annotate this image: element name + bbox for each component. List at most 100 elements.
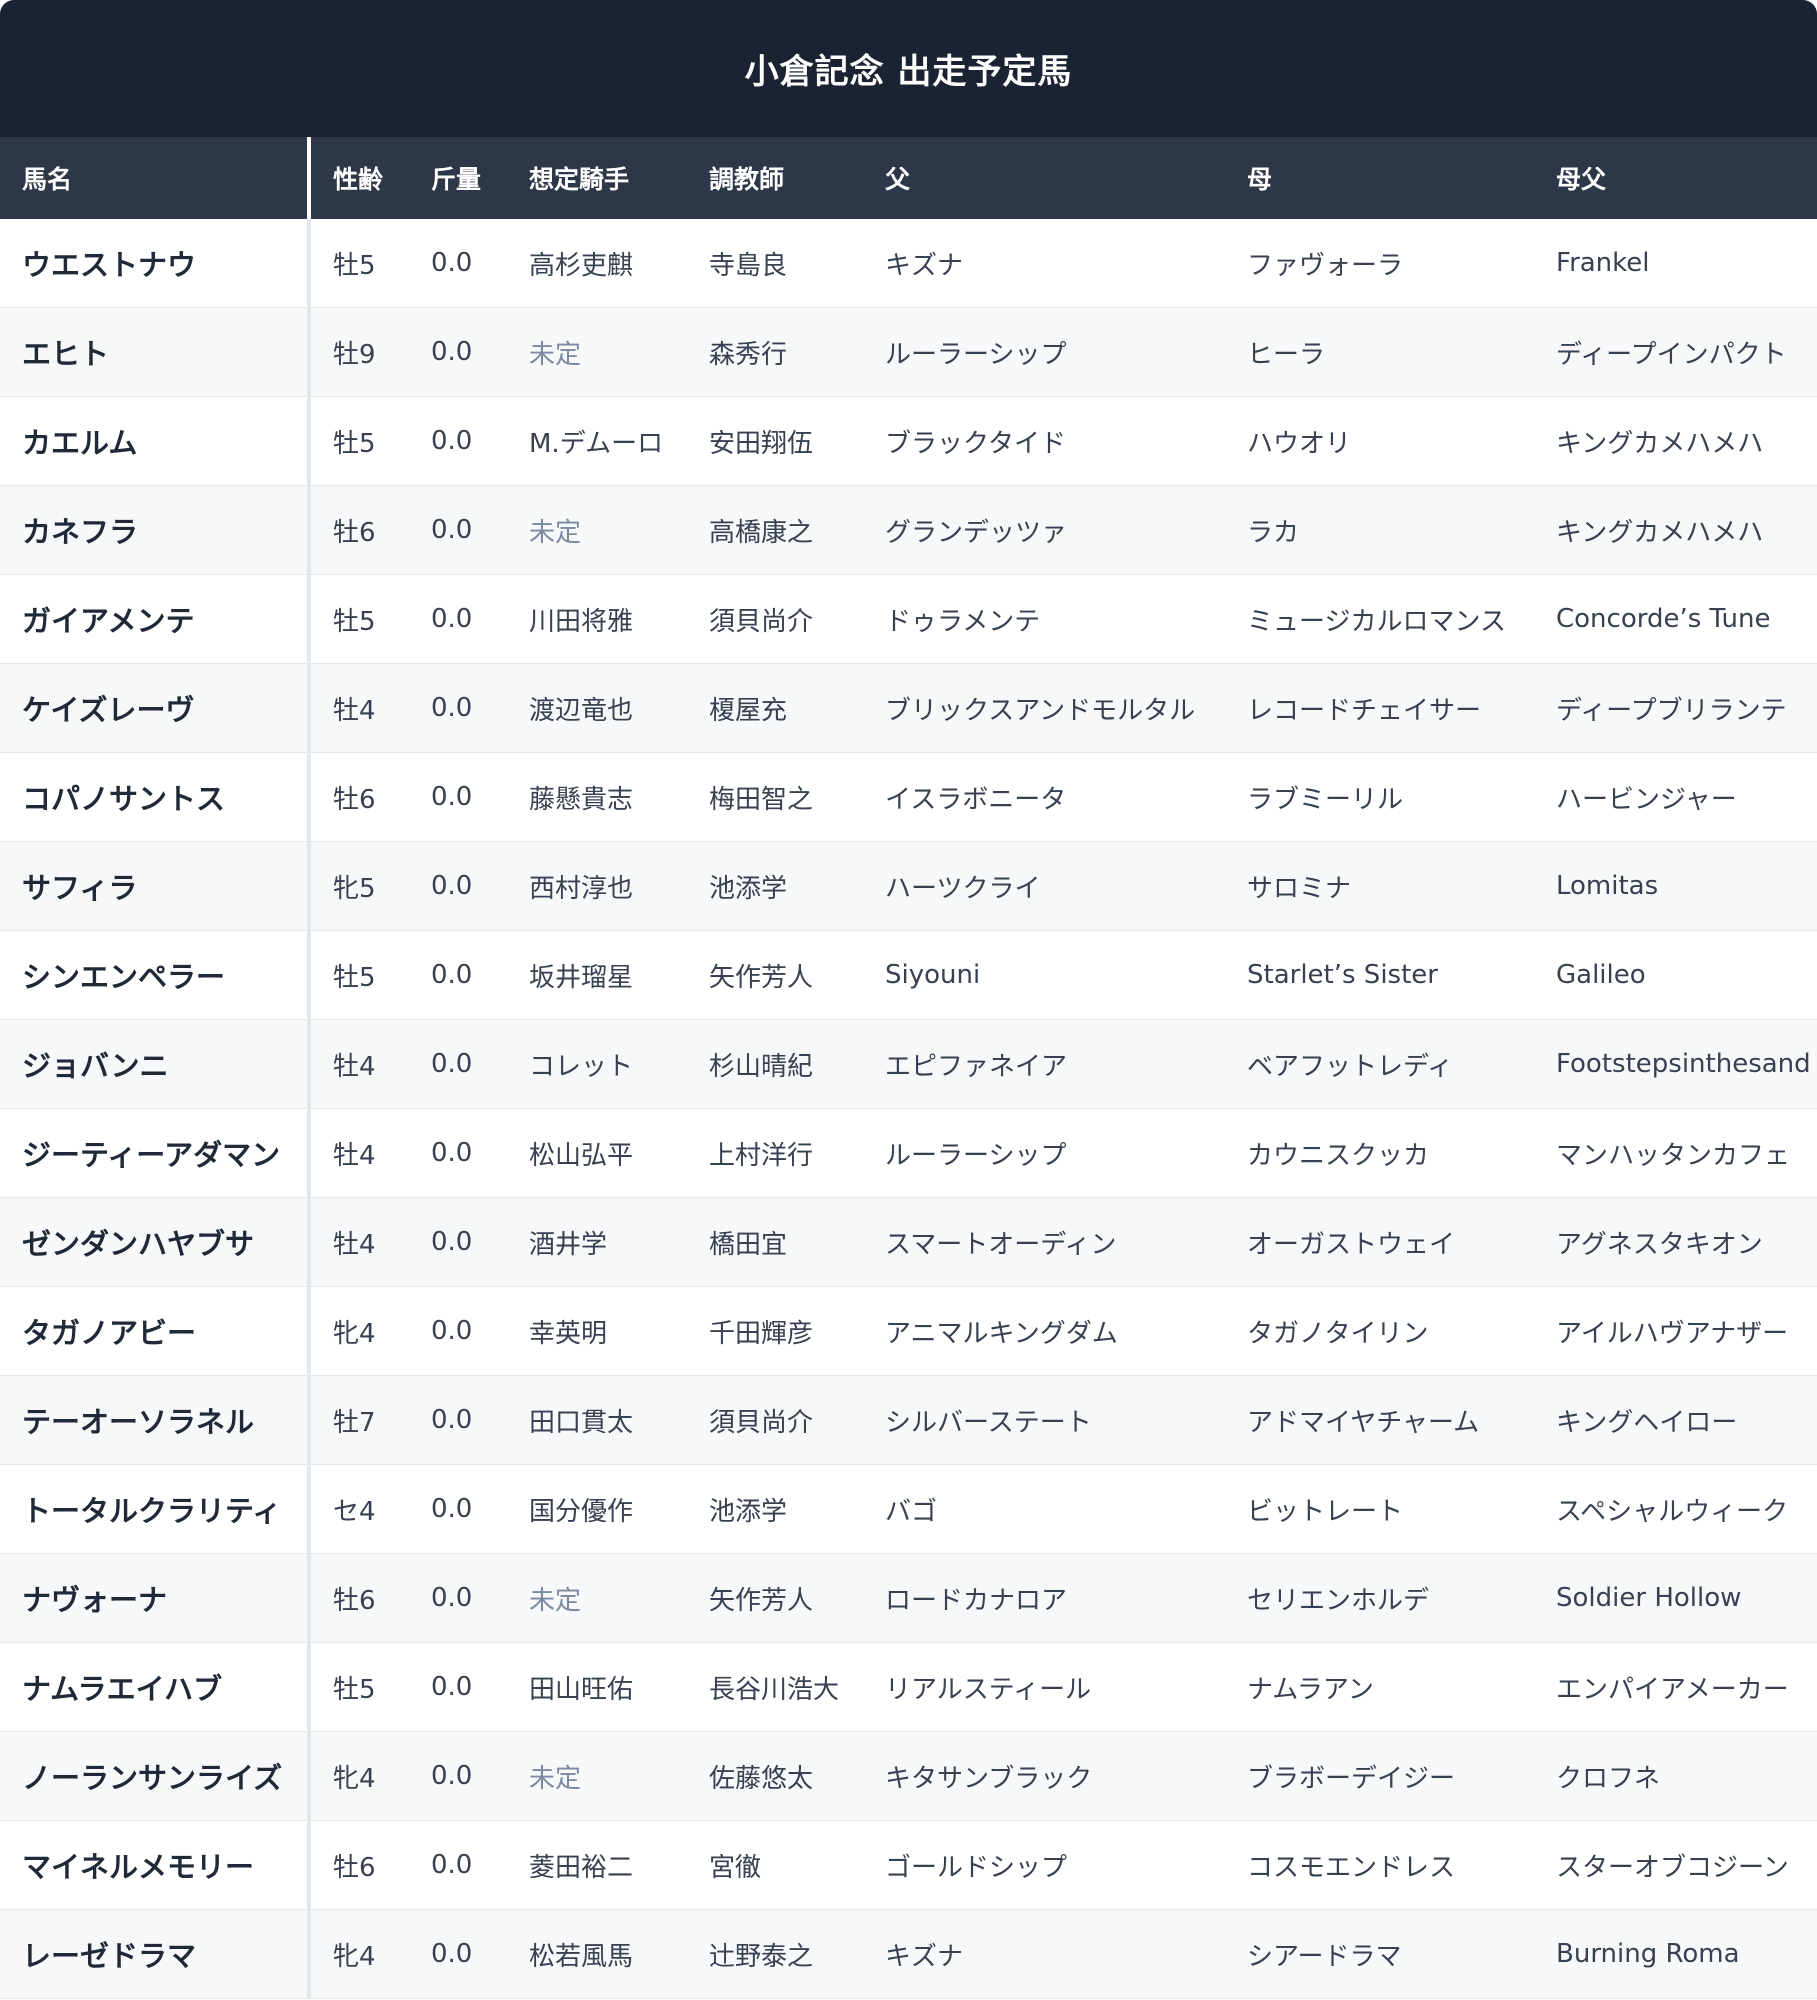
- cell-sex-age: 牡6: [309, 1820, 409, 1910]
- cell-sex-age: 牡4: [309, 1197, 409, 1287]
- cell-weight: 0.0: [409, 1286, 507, 1376]
- table-row: カネフラ 牡6 0.0 未定 高橋康之 グランデッツァ ラカ キングカメハメハ: [0, 485, 1817, 575]
- table-row: ケイズレーヴ 牡4 0.0 渡辺竜也 榎屋充 ブリックスアンドモルタル レコードチェイサーデ…: [0, 663, 1817, 753]
- cell-horse-name: エヒト: [0, 307, 311, 397]
- cell-dam: ベアフットレディ: [1225, 1019, 1534, 1109]
- cell-trainer: 杉山晴紀: [687, 1019, 863, 1109]
- cell-sire: ロードカナロア: [863, 1553, 1225, 1643]
- cell-damsire: エンパイアメーカー: [1534, 1642, 1817, 1732]
- cell-jockey: 未定: [507, 485, 687, 575]
- cell-horse-name: タガノアビー: [0, 1286, 311, 1376]
- cell-sex-age: 牡5: [309, 930, 409, 1020]
- cell-damsire: アグネスタキオン: [1534, 1197, 1817, 1287]
- cell-jockey: 西村淳也: [507, 841, 687, 931]
- cell-horse-name: マイネルメモリー: [0, 1820, 311, 1910]
- cell-sire: ブラックタイド: [863, 396, 1225, 486]
- cell-damsire: スペシャルウィーク: [1534, 1464, 1817, 1554]
- cell-damsire: キングカメハメハ: [1534, 396, 1817, 486]
- cell-jockey: 田口貫太: [507, 1375, 687, 1465]
- cell-horse-name: カエルム: [0, 396, 311, 486]
- cell-trainer: 高橋康之: [687, 485, 863, 575]
- cell-jockey: 菱田裕二: [507, 1820, 687, 1910]
- column-header-sire: 父: [863, 137, 1225, 219]
- cell-horse-name: ジョバンニ: [0, 1019, 311, 1109]
- cell-trainer: 安田翔伍: [687, 396, 863, 486]
- cell-sire: イスラボニータ: [863, 752, 1225, 842]
- header-row: 馬名 性齢 斤量 想定騎手 調教師父母母父: [0, 137, 1817, 219]
- cell-dam: ナムラアン: [1225, 1642, 1534, 1732]
- page-title: 小倉記念 出走予定馬: [744, 52, 1073, 92]
- cell-dam: カウニスクッカ: [1225, 1108, 1534, 1198]
- cell-sex-age: 牝4: [309, 1286, 409, 1376]
- cell-damsire: Lomitas: [1534, 841, 1817, 931]
- cell-weight: 0.0: [409, 1731, 507, 1821]
- cell-weight: 0.0: [409, 1820, 507, 1910]
- cell-trainer: 橋田宜: [687, 1197, 863, 1287]
- cell-jockey: 松山弘平: [507, 1108, 687, 1198]
- page-header: 小倉記念 出走予定馬: [0, 0, 1817, 137]
- column-header-damsire: 母父: [1534, 137, 1817, 219]
- cell-trainer: 梅田智之: [687, 752, 863, 842]
- cell-jockey: 松若風馬: [507, 1909, 687, 1999]
- cell-trainer: 千田輝彦: [687, 1286, 863, 1376]
- cell-damsire: ディープインパクト: [1534, 307, 1817, 397]
- column-header-dam: 母: [1225, 137, 1534, 219]
- cell-sire: エピファネイア: [863, 1019, 1225, 1109]
- column-header-sex-age: 性齢: [309, 137, 409, 219]
- cell-sex-age: 牡6: [309, 1553, 409, 1643]
- cell-sire: ゴールドシップ: [863, 1820, 1225, 1910]
- cell-weight: 0.0: [409, 663, 507, 753]
- table-row: ジーティーアダマン 牡4 0.0 松山弘平 上村洋行 ルーラーシップ カウニスクッカ マンハッ…: [0, 1108, 1817, 1198]
- cell-sex-age: 牡4: [309, 1019, 409, 1109]
- cell-sire: グランデッツァ: [863, 485, 1225, 575]
- cell-weight: 0.0: [409, 1553, 507, 1643]
- entries-table: 馬名 性齢 斤量 想定騎手 調教師父母母父 ウエストナウ 牡5 0.0 高杉吏麒 寺島良 キズナフ…: [0, 137, 1817, 1999]
- cell-trainer: 上村洋行: [687, 1108, 863, 1198]
- cell-jockey: 未定: [507, 1553, 687, 1643]
- cell-sire: Siyouni: [863, 930, 1225, 1020]
- cell-jockey: 川田将雅: [507, 574, 687, 664]
- cell-sex-age: 牡6: [309, 752, 409, 842]
- cell-dam: アドマイヤチャーム: [1225, 1375, 1534, 1465]
- cell-jockey: 国分優作: [507, 1464, 687, 1554]
- column-header-weight: 斤量: [409, 137, 507, 219]
- cell-horse-name: レーゼドラマ: [0, 1909, 311, 1999]
- cell-horse-name: コパノサントス: [0, 752, 311, 842]
- cell-weight: 0.0: [409, 1909, 507, 1999]
- cell-sex-age: 牡4: [309, 1108, 409, 1198]
- cell-trainer: 辻野泰之: [687, 1909, 863, 1999]
- cell-sex-age: 牡5: [309, 219, 409, 308]
- table-row: ゼンダンハヤブサ 牡4 0.0 酒井学 橋田宜 スマートオーディン オーガストウェイ アグネス…: [0, 1197, 1817, 1287]
- cell-trainer: 須貝尚介: [687, 574, 863, 664]
- cell-horse-name: テーオーソラネル: [0, 1375, 311, 1465]
- table-row: ノーランサンライズ 牝4 0.0 未定 佐藤悠太 キタサンブラック ブラボーデイジー クロフネ: [0, 1731, 1817, 1821]
- table-row: ナヴォーナ 牡6 0.0 未定 矢作芳人 ロードカナロア セリエンホルデ Soldier Ho…: [0, 1553, 1817, 1643]
- cell-dam: Starlet’s Sister: [1225, 930, 1534, 1020]
- cell-sire: ブリックスアンドモルタル: [863, 663, 1225, 753]
- cell-weight: 0.0: [409, 752, 507, 842]
- cell-horse-name: トータルクラリティ: [0, 1464, 311, 1554]
- cell-dam: ラブミーリル: [1225, 752, 1534, 842]
- cell-damsire: スターオブコジーン: [1534, 1820, 1817, 1910]
- cell-sex-age: 牡4: [309, 663, 409, 753]
- cell-damsire: クロフネ: [1534, 1731, 1817, 1821]
- cell-damsire: Soldier Hollow: [1534, 1553, 1817, 1643]
- cell-jockey: 藤懸貴志: [507, 752, 687, 842]
- cell-sire: ルーラーシップ: [863, 307, 1225, 397]
- cell-weight: 0.0: [409, 307, 507, 397]
- cell-jockey: M.デムーロ: [507, 396, 687, 486]
- cell-dam: タガノタイリン: [1225, 1286, 1534, 1376]
- table-row: テーオーソラネル 牡7 0.0 田口貫太 須貝尚介 シルバーステート アドマイヤチャーム キン…: [0, 1375, 1817, 1465]
- cell-sex-age: 牡6: [309, 485, 409, 575]
- column-header-jockey: 想定騎手: [507, 137, 687, 219]
- cell-sire: ドゥラメンテ: [863, 574, 1225, 664]
- cell-weight: 0.0: [409, 219, 507, 308]
- table-row: サフィラ 牝5 0.0 西村淳也 池添学 ハーツクライ サロミナ Lomitas: [0, 841, 1817, 931]
- cell-weight: 0.0: [409, 1019, 507, 1109]
- cell-horse-name: ゼンダンハヤブサ: [0, 1197, 311, 1287]
- table-row: マイネルメモリー 牡6 0.0 菱田裕二 宮徹 ゴールドシップ コスモエンドレス スターオブコ…: [0, 1820, 1817, 1910]
- cell-sex-age: 牡7: [309, 1375, 409, 1465]
- cell-weight: 0.0: [409, 1375, 507, 1465]
- cell-horse-name: ケイズレーヴ: [0, 663, 311, 753]
- column-header-horse-name: 馬名: [0, 137, 311, 219]
